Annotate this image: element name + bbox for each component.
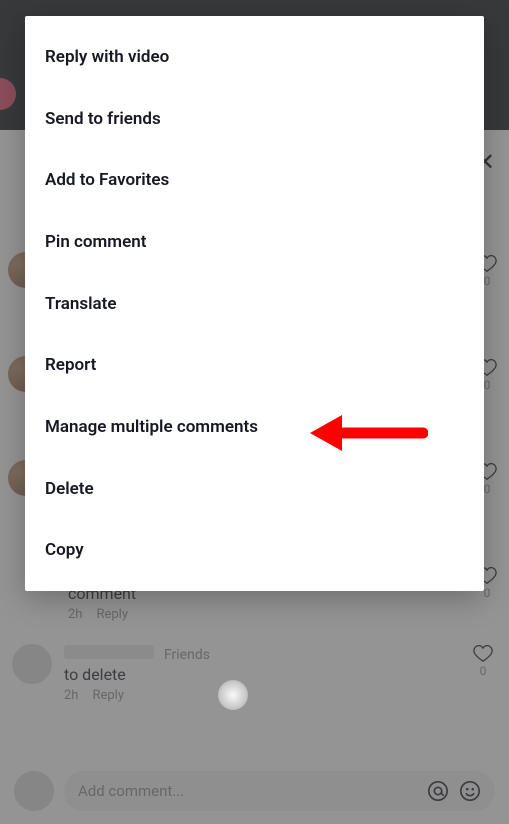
menu-item-add-to-favorites[interactable]: Add to Favorites bbox=[25, 149, 484, 211]
menu-item-report[interactable]: Report bbox=[25, 334, 484, 396]
menu-item-reply-with-video[interactable]: Reply with video bbox=[25, 26, 484, 88]
menu-item-delete[interactable]: Delete bbox=[25, 458, 484, 520]
menu-item-send-to-friends[interactable]: Send to friends bbox=[25, 88, 484, 150]
menu-item-pin-comment[interactable]: Pin comment bbox=[25, 211, 484, 273]
menu-item-translate[interactable]: Translate bbox=[25, 273, 484, 335]
menu-item-manage-multiple-comments[interactable]: Manage multiple comments bbox=[25, 396, 484, 458]
comment-options-popup: Reply with video Send to friends Add to … bbox=[25, 16, 484, 591]
menu-item-copy[interactable]: Copy bbox=[25, 519, 484, 581]
